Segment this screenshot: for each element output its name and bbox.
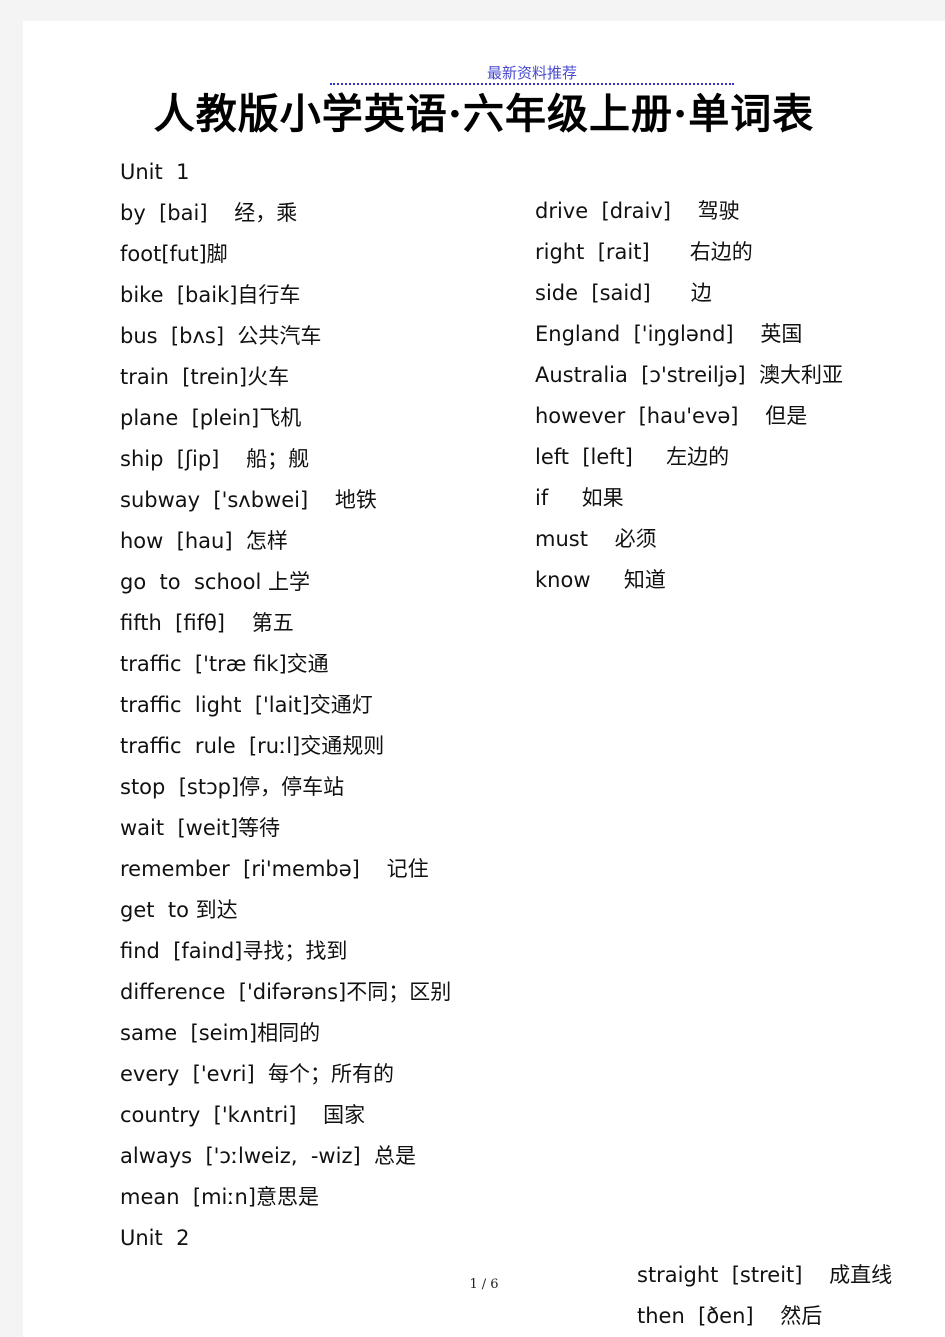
vocabulary-entry: fifth [fifθ] 第五 bbox=[120, 611, 294, 635]
vocabulary-entry: must 必须 bbox=[535, 527, 657, 551]
vocabulary-entry: subway ['sʌbwei] 地铁 bbox=[120, 488, 377, 512]
vocabulary-entry: wait [weit]等待 bbox=[120, 816, 281, 840]
page-title: 人教版小学英语·六年级上册·单词表 bbox=[153, 90, 815, 138]
wordlist-column-left: Unit 1 by [bai] 经，乘 foot[fut]脚 bike [baik]自… bbox=[120, 152, 540, 1259]
vocabulary-entry: go to school 上学 bbox=[120, 570, 310, 594]
vocabulary-entry: Australia [ɔ'streiljə] 澳大利亚 bbox=[535, 363, 843, 387]
vocabulary-entry: traffic ['træ fik]交通 bbox=[120, 652, 329, 676]
watermark-text: 最新资料推荐 bbox=[486, 64, 577, 82]
vocabulary-entry: same [seim]相同的 bbox=[120, 1021, 321, 1045]
vocabulary-entry: remember [ri'membə] 记住 bbox=[120, 857, 429, 881]
vocabulary-entry: England ['iŋglənd] 英国 bbox=[535, 322, 803, 346]
vocabulary-entry: then [ðen] 然后 bbox=[637, 1304, 823, 1328]
vocabulary-entry: drive [draiv] 驾驶 bbox=[535, 199, 740, 223]
watermark-banner: 最新资料推荐 bbox=[23, 57, 945, 87]
vocabulary-entry: always ['ɔːlweiz, -wiz] 总是 bbox=[120, 1144, 417, 1168]
vocabulary-entry: country ['kʌntri] 国家 bbox=[120, 1103, 366, 1127]
vocabulary-entry: left [left] 左边的 bbox=[535, 445, 730, 469]
vocabulary-entry: bike [baik]自行车 bbox=[120, 283, 301, 307]
vocabulary-entry: bus [bʌs] 公共汽车 bbox=[120, 324, 322, 348]
vocabulary-entry: get to 到达 bbox=[120, 898, 238, 922]
vocabulary-entry: stop [stɔp]停，停车站 bbox=[120, 775, 345, 799]
vocabulary-entry: plane [plein]飞机 bbox=[120, 406, 302, 430]
vocabulary-entry: however [hau'evə] 但是 bbox=[535, 404, 808, 428]
wordlist-column-right: drive [draiv] 驾驶 right [rait] 右边的 side [sa… bbox=[535, 191, 935, 601]
vocabulary-entry: by [bai] 经，乘 bbox=[120, 201, 298, 225]
vocabulary-entry: every ['evri] 每个；所有的 bbox=[120, 1062, 395, 1086]
vocabulary-entry: how [hau] 怎样 bbox=[120, 529, 288, 553]
vocabulary-entry: if 如果 bbox=[535, 486, 624, 510]
vocabulary-entry: difference ['difərəns]不同；区别 bbox=[120, 980, 452, 1004]
vocabulary-entry: traffic light ['lait]交通灯 bbox=[120, 693, 373, 717]
vocabulary-entry: side [said] 边 bbox=[535, 281, 712, 305]
wordlist-column-bottom-right: straight [streit] 成直线then [ðen] 然后twelft… bbox=[637, 1255, 945, 1337]
vocabulary-entry: mean [miːn]意思是 bbox=[120, 1185, 319, 1209]
unit-heading: Unit 1 bbox=[120, 160, 190, 184]
vocabulary-entry: foot[fut]脚 bbox=[120, 242, 228, 266]
footer-current-page: 1 bbox=[469, 1277, 478, 1292]
vocabulary-entry: train [trein]火车 bbox=[120, 365, 290, 389]
footer-total-pages: 6 bbox=[490, 1277, 499, 1292]
vocabulary-entry: ship [ʃip] 船；舰 bbox=[120, 447, 310, 471]
footer-separator: / bbox=[481, 1277, 487, 1292]
watermark-dotted-rule bbox=[330, 83, 734, 85]
vocabulary-entry: traffic rule [ruːl]交通规则 bbox=[120, 734, 385, 758]
vocabulary-entry: right [rait] 右边的 bbox=[535, 240, 753, 264]
vocabulary-entry: find [faind]寻找；找到 bbox=[120, 939, 348, 963]
document-page: 最新资料推荐 人教版小学英语·六年级上册·单词表 Unit 1 by [bai] … bbox=[23, 21, 945, 1337]
unit-heading: Unit 2 bbox=[120, 1226, 190, 1250]
vocabulary-entry: know 知道 bbox=[535, 568, 666, 592]
page-footer: 1/6 bbox=[23, 1276, 945, 1294]
